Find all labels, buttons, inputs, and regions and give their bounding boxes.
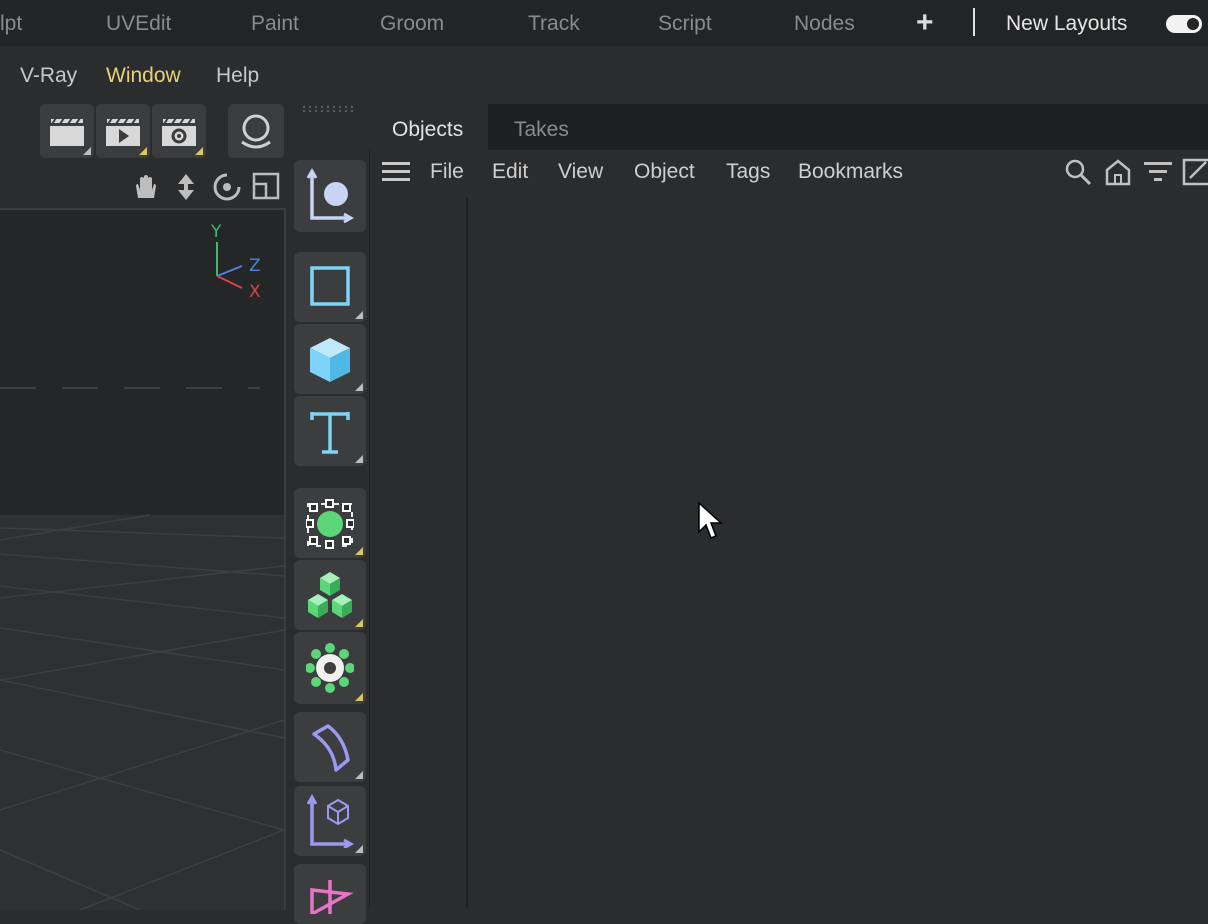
- pink-shape-icon: [310, 880, 354, 914]
- submenu-indicator: [355, 619, 363, 627]
- submenu-indicator: [195, 147, 203, 155]
- sphere-selection-icon: [306, 499, 354, 549]
- axis-x-label: X: [249, 282, 261, 302]
- rectangle-spline-icon: [310, 266, 350, 306]
- pan-hand-icon[interactable]: [130, 172, 160, 202]
- palette-gripper[interactable]: [300, 104, 360, 114]
- object-manager-panel: [369, 104, 1208, 908]
- new-window-icon[interactable]: [1182, 158, 1208, 186]
- om-menu-file[interactable]: File: [430, 160, 464, 184]
- coordinate-system-button[interactable]: [294, 160, 366, 232]
- effector-button[interactable]: [294, 632, 366, 704]
- new-layouts-label: New Layouts: [1006, 12, 1128, 35]
- 3d-viewport[interactable]: Y Z X: [0, 208, 286, 911]
- maximize-view-icon[interactable]: [252, 172, 280, 200]
- submenu-indicator: [355, 547, 363, 555]
- viewport-header: [0, 164, 286, 208]
- field-object-button[interactable]: [294, 786, 366, 856]
- submenu-indicator: [355, 383, 363, 391]
- axis-y-label: Y: [211, 222, 222, 242]
- bend-deformer-button[interactable]: [294, 712, 366, 782]
- om-menu-bookmarks[interactable]: Bookmarks: [798, 160, 903, 184]
- text-t-icon: [310, 412, 350, 454]
- null-object-button[interactable]: [294, 488, 366, 558]
- render-view-button[interactable]: [40, 104, 94, 158]
- object-manager-tabbar: [369, 104, 1208, 150]
- text-spline-button[interactable]: [294, 396, 366, 466]
- home-icon[interactable]: [1104, 158, 1132, 186]
- new-layouts-toggle[interactable]: [1166, 15, 1202, 33]
- cubes-icon: [308, 572, 352, 618]
- add-layout-plus-icon[interactable]: +: [916, 6, 934, 40]
- menu-help[interactable]: Help: [216, 64, 259, 88]
- mouse-pointer-icon: [698, 502, 723, 539]
- om-menu-tags[interactable]: Tags: [726, 160, 770, 184]
- scene-object-button[interactable]: [294, 864, 366, 924]
- render-to-picture-viewer-button[interactable]: [96, 104, 150, 158]
- world-axis-icon: [306, 168, 354, 224]
- search-icon[interactable]: [1064, 158, 1092, 186]
- layout-separator: [973, 8, 975, 36]
- submenu-indicator: [355, 693, 363, 701]
- om-menu-edit[interactable]: Edit: [492, 160, 528, 184]
- cloner-generator-button[interactable]: [294, 560, 366, 630]
- solo-icon: [241, 114, 271, 149]
- submenu-indicator: [355, 845, 363, 853]
- filter-icon[interactable]: [1144, 160, 1172, 184]
- bend-icon: [312, 724, 350, 772]
- layout-tab-uvedit[interactable]: UVEdit: [106, 12, 171, 36]
- tab-takes[interactable]: Takes: [514, 118, 569, 142]
- viewport-canvas: [0, 242, 285, 911]
- axis-cube-icon: [306, 794, 354, 848]
- viewport-solo-button[interactable]: [228, 104, 284, 158]
- layout-tab-track[interactable]: Track: [528, 12, 580, 36]
- toggle-knob: [1187, 18, 1199, 30]
- axis-gizmo: [216, 242, 243, 289]
- om-menu-object[interactable]: Object: [634, 160, 695, 184]
- submenu-indicator: [355, 771, 363, 779]
- move-arrows-icon[interactable]: [172, 172, 200, 202]
- layout-tab-paint[interactable]: Paint: [251, 12, 299, 36]
- rotate-view-icon[interactable]: [212, 172, 242, 202]
- effector-gear-icon: [306, 643, 354, 693]
- submenu-indicator: [355, 311, 363, 319]
- menu-window[interactable]: Window: [106, 64, 181, 88]
- hamburger-menu-icon[interactable]: [382, 160, 410, 184]
- om-column-divider: [466, 198, 468, 908]
- render-settings-button[interactable]: [152, 104, 206, 158]
- layout-tab-bar: lpt UVEdit Paint Groom Track Script Node…: [0, 0, 1208, 46]
- cube-icon: [310, 338, 350, 382]
- spline-rectangle-button[interactable]: [294, 252, 366, 322]
- menu-vray[interactable]: V-Ray: [20, 64, 77, 88]
- layout-tab-nodes[interactable]: Nodes: [794, 12, 855, 36]
- layout-tab-sculpt[interactable]: lpt: [0, 12, 22, 36]
- layout-tab-script[interactable]: Script: [658, 12, 712, 36]
- layout-tab-groom[interactable]: Groom: [380, 12, 444, 36]
- axis-z-label: Z: [249, 256, 261, 276]
- cube-primitive-button[interactable]: [294, 324, 366, 394]
- submenu-indicator: [355, 455, 363, 463]
- om-menu-view[interactable]: View: [558, 160, 603, 184]
- submenu-indicator: [83, 147, 91, 155]
- submenu-indicator: [139, 147, 147, 155]
- tab-objects[interactable]: Objects: [392, 118, 463, 142]
